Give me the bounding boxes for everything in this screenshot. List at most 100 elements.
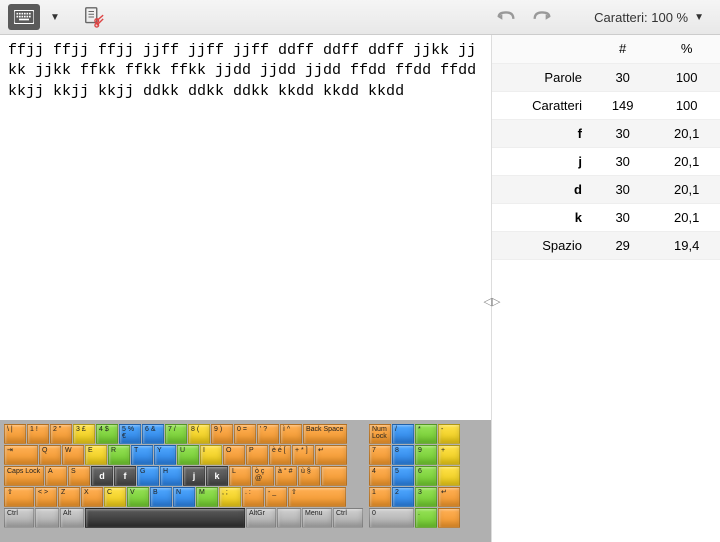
splitter-handle[interactable]: ◁▷ bbox=[486, 290, 498, 312]
key: ì ^ bbox=[280, 424, 302, 444]
keyboard-dropdown[interactable]: ▼ bbox=[50, 12, 60, 23]
key: 1 ! bbox=[27, 424, 49, 444]
key: 4 $ bbox=[96, 424, 118, 444]
key: 0 bbox=[369, 508, 414, 528]
toolbar: ▼ Caratteri: 100 % ▼ bbox=[0, 0, 720, 35]
chevron-down-icon: ▼ bbox=[694, 12, 704, 23]
stats-row: Parole30100 bbox=[492, 63, 720, 91]
key: 5 bbox=[392, 466, 414, 486]
key: ↵ bbox=[315, 445, 347, 465]
key: I bbox=[200, 445, 222, 465]
key: C bbox=[104, 487, 126, 507]
key: ⇧ bbox=[4, 487, 34, 507]
key: \ | bbox=[4, 424, 26, 444]
key bbox=[438, 508, 460, 528]
key: ò ç @ bbox=[252, 466, 274, 486]
toolbar-left: ▼ bbox=[8, 4, 494, 30]
key: 2 " bbox=[50, 424, 72, 444]
key: Z bbox=[58, 487, 80, 507]
key: R bbox=[108, 445, 130, 465]
practice-text[interactable]: ffjj ffjj ffjj jjff jjff jjff ddff ddff … bbox=[0, 35, 491, 420]
undo-icon bbox=[495, 9, 517, 25]
keyboard-icon bbox=[14, 10, 34, 24]
key: j bbox=[183, 466, 205, 486]
cut-document-icon bbox=[83, 6, 105, 28]
key bbox=[85, 508, 245, 528]
key: ⇥ bbox=[4, 445, 38, 465]
left-column: ffjj ffjj ffjj jjff jjff jjff ddff ddff … bbox=[0, 35, 492, 542]
key: Ctrl bbox=[4, 508, 34, 528]
key bbox=[277, 508, 301, 528]
key: Menu bbox=[302, 508, 332, 528]
key: . : bbox=[242, 487, 264, 507]
key: + bbox=[438, 445, 460, 465]
cut-button[interactable] bbox=[80, 4, 108, 30]
redo-button[interactable] bbox=[530, 7, 554, 27]
key: * bbox=[415, 424, 437, 444]
key: T bbox=[131, 445, 153, 465]
key: , ; bbox=[219, 487, 241, 507]
key: M bbox=[196, 487, 218, 507]
key: H bbox=[160, 466, 182, 486]
key: Alt bbox=[60, 508, 84, 528]
key bbox=[321, 466, 347, 486]
key: 0 = bbox=[234, 424, 256, 444]
key: Caps Lock bbox=[4, 466, 44, 486]
key: X bbox=[81, 487, 103, 507]
key: + * ] bbox=[292, 445, 314, 465]
key: 8 ( bbox=[188, 424, 210, 444]
key: 3 bbox=[415, 487, 437, 507]
key: à ° # bbox=[275, 466, 297, 486]
key: N bbox=[173, 487, 195, 507]
key: 1 bbox=[369, 487, 391, 507]
key: . bbox=[415, 508, 437, 528]
key: 6 bbox=[415, 466, 437, 486]
key: Q bbox=[39, 445, 61, 465]
key: 9 ) bbox=[211, 424, 233, 444]
key: 2 bbox=[392, 487, 414, 507]
key: f bbox=[114, 466, 136, 486]
key: ↵ bbox=[438, 487, 460, 507]
key: - bbox=[438, 424, 460, 444]
stats-panel: # % Parole30100Caratteri149100f3020,1j30… bbox=[492, 35, 720, 542]
key: S bbox=[68, 466, 90, 486]
key: E bbox=[85, 445, 107, 465]
stats-row: Spazio2919,4 bbox=[492, 231, 720, 259]
key: V bbox=[127, 487, 149, 507]
stats-table: # % Parole30100Caratteri149100f3020,1j30… bbox=[492, 35, 720, 260]
key: AltGr bbox=[246, 508, 276, 528]
key: - _ bbox=[265, 487, 287, 507]
stats-row: Caratteri149100 bbox=[492, 91, 720, 119]
key: 5 % € bbox=[119, 424, 141, 444]
key: 8 bbox=[392, 445, 414, 465]
key: 6 & bbox=[142, 424, 164, 444]
col-count: # bbox=[592, 35, 653, 63]
keyboard-button[interactable] bbox=[8, 4, 40, 30]
key: G bbox=[137, 466, 159, 486]
key: 4 bbox=[369, 466, 391, 486]
redo-icon bbox=[531, 9, 553, 25]
chars-zoom-selector[interactable]: Caratteri: 100 % ▼ bbox=[594, 10, 712, 25]
key: ù § bbox=[298, 466, 320, 486]
toolbar-center bbox=[494, 7, 554, 27]
keyboard-visual: \ |1 !2 "3 £4 $5 % €6 &7 /8 (9 )0 =' ?ì … bbox=[0, 420, 491, 542]
key: 7 / bbox=[165, 424, 187, 444]
key: Num Lock bbox=[369, 424, 391, 444]
key: < > bbox=[35, 487, 57, 507]
key: 9 bbox=[415, 445, 437, 465]
stats-header: # % bbox=[492, 35, 720, 63]
key bbox=[438, 466, 460, 486]
key: W bbox=[62, 445, 84, 465]
key: P bbox=[246, 445, 268, 465]
stats-row: j3020,1 bbox=[492, 147, 720, 175]
key: k bbox=[206, 466, 228, 486]
key: è é [ bbox=[269, 445, 291, 465]
key: / bbox=[392, 424, 414, 444]
key: 3 £ bbox=[73, 424, 95, 444]
key: Back Space bbox=[303, 424, 347, 444]
key: Y bbox=[154, 445, 176, 465]
chars-zoom-label: Caratteri: 100 % bbox=[594, 10, 688, 25]
undo-button[interactable] bbox=[494, 7, 518, 27]
key: A bbox=[45, 466, 67, 486]
key: ⇧ bbox=[288, 487, 346, 507]
